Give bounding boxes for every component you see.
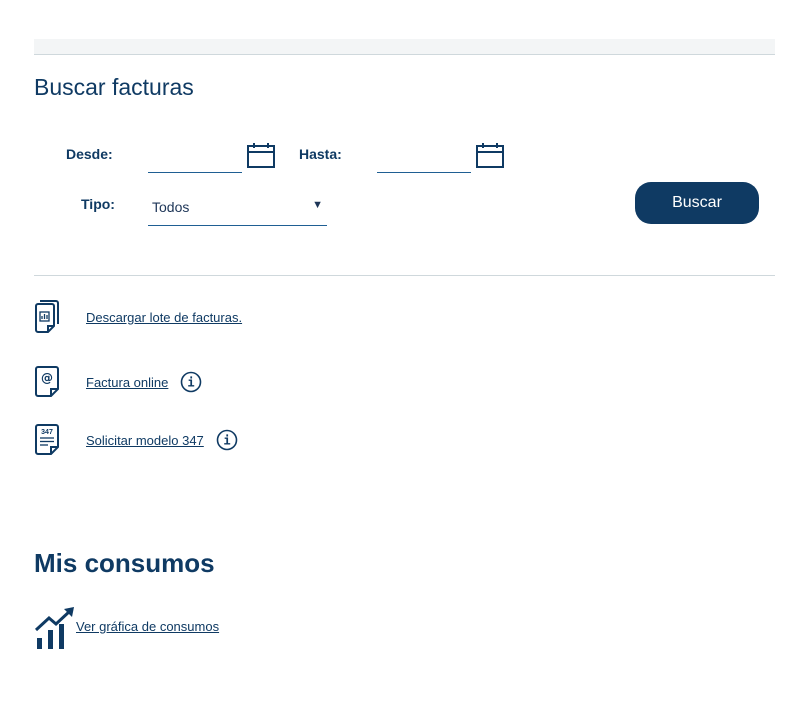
desde-calendar-icon[interactable] [246,141,276,169]
download-batch-link[interactable]: Descargar lote de facturas. [86,310,242,325]
consumption-chart-link[interactable]: Ver gráfica de consumos [76,619,219,634]
download-batch-row: Descargar lote de facturas. [34,299,242,335]
invoices-page: Buscar facturas Desde: Hasta: Tipo: Todo… [0,0,800,701]
svg-text:i: i [188,376,195,390]
tipo-select[interactable]: Todos ▼ [148,193,327,226]
svg-text:i: i [223,434,230,448]
tipo-selected-value: Todos [152,199,190,215]
search-button[interactable]: Buscar [635,182,759,224]
online-invoice-link[interactable]: Factura online [86,375,168,390]
desde-label: Desde: [66,146,113,162]
online-invoice-row: @ Factura online i [34,364,202,400]
desde-date-input[interactable] [148,148,242,173]
model-347-info-icon[interactable]: i [216,429,238,451]
section-divider [34,275,775,276]
document-chart-icon [35,300,59,333]
growth-chart-icon [34,607,74,649]
hasta-label: Hasta: [299,146,342,162]
document-347-icon: 347 [35,424,59,455]
search-invoices-title: Buscar facturas [34,74,194,100]
hasta-date-input[interactable] [377,148,471,173]
document-email-icon: @ [35,366,59,397]
model-347-row: 347 Solicitar modelo 347 i [34,422,238,458]
svg-text:@: @ [41,371,53,385]
dropdown-arrow-icon: ▼ [312,199,323,211]
top-bar [34,39,775,55]
hasta-calendar-icon[interactable] [475,141,505,169]
consumption-chart-row: Ver gráfica de consumos [34,606,219,650]
online-invoice-info-icon[interactable]: i [180,371,202,393]
my-consumption-title: Mis consumos [34,548,215,578]
model-347-link[interactable]: Solicitar modelo 347 [86,433,204,448]
tipo-label: Tipo: [81,196,115,212]
model-347-badge: 347 [41,429,53,436]
